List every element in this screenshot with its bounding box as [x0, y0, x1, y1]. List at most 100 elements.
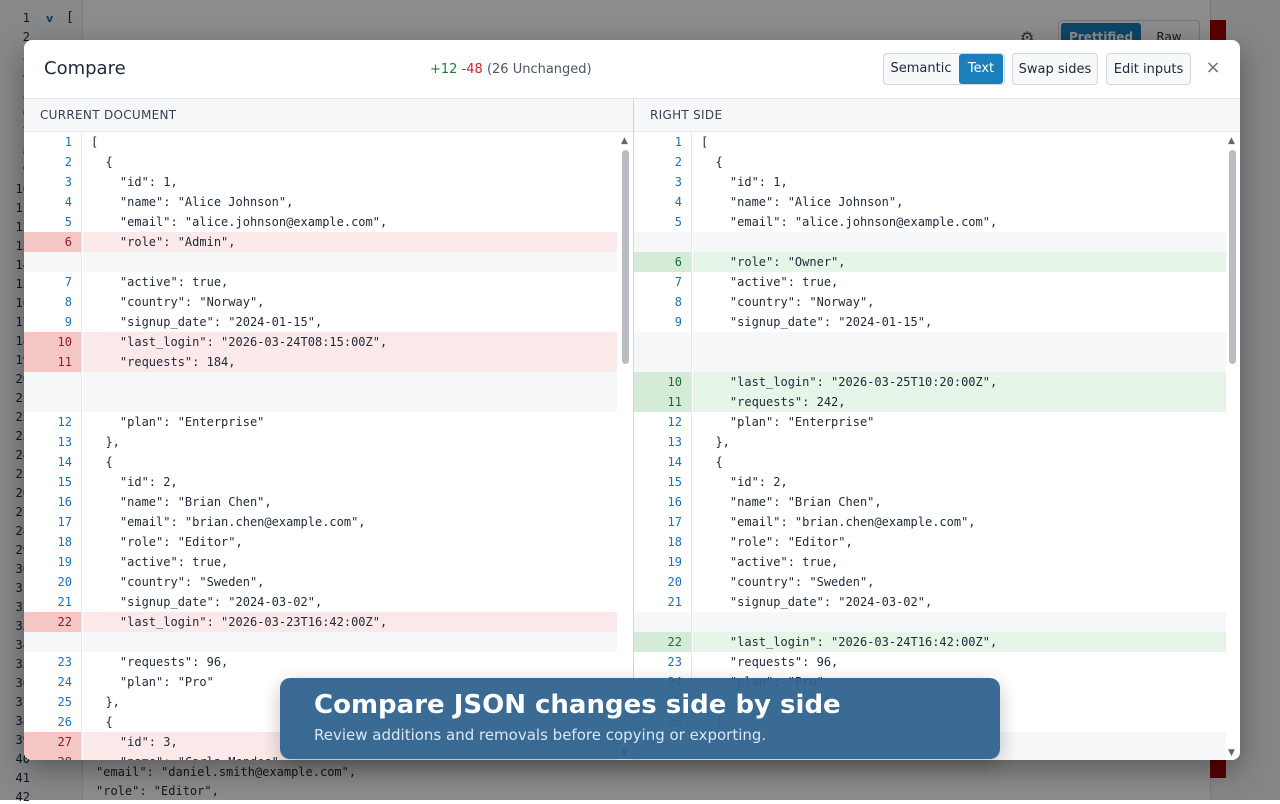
- line-text: "country": "Sweden",: [91, 575, 265, 589]
- code-line: 2 {: [634, 152, 1226, 172]
- right-diff-pane: RIGHT SIDE 1[2 {3 "id": 1, 4 "name": "Ali…: [634, 99, 1240, 760]
- line-number: 8: [634, 292, 692, 312]
- left-pane-title: CURRENT DOCUMENT: [40, 108, 177, 122]
- line-text: "signup_date": "2024-03-02",: [701, 595, 933, 609]
- line-text: [693, 612, 1226, 632]
- removed-line: 6 "role": "Admin",: [24, 232, 617, 252]
- compare-dialog: Compare +12 -48 (26 Unchanged) Semantic …: [24, 40, 1240, 760]
- line-text: "active": true,: [701, 555, 839, 569]
- line-number: [634, 332, 692, 352]
- line-text: [693, 332, 1226, 352]
- line-number: 6: [24, 232, 82, 252]
- dialog-title: Compare: [44, 58, 126, 79]
- line-text: "name": "Brian Chen",: [91, 495, 272, 509]
- line-number: 27: [24, 732, 82, 752]
- code-line: 15 "id": 2,: [634, 472, 1226, 492]
- line-number: 9: [634, 312, 692, 332]
- line-number: 1: [634, 132, 692, 152]
- code-line: 18 "role": "Editor",: [24, 532, 617, 552]
- left-scrollbar-thumb[interactable]: [622, 150, 629, 364]
- edit-inputs-button[interactable]: Edit inputs: [1106, 53, 1191, 85]
- left-code-view[interactable]: 1[2 {3 "id": 1, 4 "name": "Alice Johnson"…: [24, 132, 633, 760]
- removed-count: -48: [461, 62, 483, 77]
- line-number: 16: [634, 492, 692, 512]
- code-line: 18 "role": "Editor",: [634, 532, 1226, 552]
- line-number: 4: [24, 192, 82, 212]
- unchanged-count: (26 Unchanged): [486, 62, 592, 77]
- close-icon[interactable]: ×: [1204, 56, 1222, 80]
- code-line: 2 {: [24, 152, 617, 172]
- left-diff-pane: CURRENT DOCUMENT 1[2 {3 "id": 1, 4 "name"…: [24, 99, 634, 760]
- code-line: 23 "requests": 96,: [24, 652, 617, 672]
- line-text: "country": "Norway",: [701, 295, 875, 309]
- line-number: 28: [24, 752, 82, 760]
- line-text: "role": "Editor",: [701, 535, 853, 549]
- right-pane-title: RIGHT SIDE: [650, 108, 723, 122]
- toast-title: Compare JSON changes side by side: [314, 690, 841, 720]
- line-number: 6: [634, 252, 692, 272]
- line-text: [83, 392, 617, 412]
- line-text: "active": true,: [91, 555, 229, 569]
- added-line: 22 "last_login": "2026-03-24T16:42:00Z",: [634, 632, 1226, 652]
- line-text: "role": "Owner",: [693, 252, 1226, 272]
- code-line: 14 {: [24, 452, 617, 472]
- code-line: 17 "email": "brian.chen@example.com",: [634, 512, 1226, 532]
- line-text: "requests": 242,: [693, 392, 1226, 412]
- line-text: "country": "Sweden",: [701, 575, 875, 589]
- right-scrollbar-thumb[interactable]: [1229, 150, 1236, 364]
- line-text: },: [91, 435, 120, 449]
- code-line: 13 },: [24, 432, 617, 452]
- added-count: +12: [430, 62, 458, 77]
- line-text: "email": "alice.johnson@example.com",: [701, 215, 998, 229]
- line-text: [83, 372, 617, 392]
- text-mode-button[interactable]: Text: [959, 54, 1003, 84]
- line-text: [83, 252, 617, 272]
- line-number: 14: [24, 452, 82, 472]
- code-line: 4 "name": "Alice Johnson",: [634, 192, 1226, 212]
- line-text: "signup_date": "2024-01-15",: [91, 315, 323, 329]
- line-number: 7: [24, 272, 82, 292]
- line-text: [83, 632, 617, 652]
- line-number: [24, 372, 82, 392]
- line-number: [24, 252, 82, 272]
- placeholder-line: [24, 252, 617, 272]
- swap-sides-button[interactable]: Swap sides: [1012, 53, 1098, 85]
- code-line: 21 "signup_date": "2024-03-02",: [634, 592, 1226, 612]
- feature-toast: Compare JSON changes side by side Review…: [280, 678, 1000, 759]
- line-text: "id": 2,: [701, 475, 788, 489]
- line-number: 13: [634, 432, 692, 452]
- line-number: 25: [24, 692, 82, 712]
- code-line: 20 "country": "Sweden",: [634, 572, 1226, 592]
- semantic-mode-button[interactable]: Semantic: [884, 54, 958, 84]
- scroll-down-arrow-icon[interactable]: ▼: [1228, 748, 1235, 758]
- line-number: 20: [24, 572, 82, 592]
- line-number: 21: [634, 592, 692, 612]
- line-number: 16: [24, 492, 82, 512]
- code-line: 16 "name": "Brian Chen",: [24, 492, 617, 512]
- code-line: 5 "email": "alice.johnson@example.com",: [634, 212, 1226, 232]
- line-number: 26: [24, 712, 82, 732]
- right-scrollbar[interactable]: ▲ ▼: [1226, 132, 1238, 760]
- dialog-header: Compare +12 -48 (26 Unchanged) Semantic …: [24, 40, 1240, 99]
- line-number: 24: [24, 672, 82, 692]
- removed-line: 10 "last_login": "2026-03-24T08:15:00Z",: [24, 332, 617, 352]
- left-scrollbar[interactable]: ▲ ▼: [619, 132, 631, 760]
- added-line: 11 "requests": 242,: [634, 392, 1226, 412]
- placeholder-line: [24, 632, 617, 652]
- code-line: 15 "id": 2,: [24, 472, 617, 492]
- line-text: {: [701, 155, 723, 169]
- scroll-up-arrow-icon[interactable]: ▲: [621, 136, 628, 146]
- scroll-up-arrow-icon[interactable]: ▲: [1228, 136, 1235, 146]
- line-text: "active": true,: [91, 275, 229, 289]
- diff-summary: +12 -48 (26 Unchanged): [430, 62, 592, 77]
- line-number: 12: [634, 412, 692, 432]
- line-number: 10: [24, 332, 82, 352]
- line-number: 14: [634, 452, 692, 472]
- right-code-view[interactable]: 1[2 {3 "id": 1, 4 "name": "Alice Johnson"…: [634, 132, 1240, 760]
- line-text: "id": 2,: [91, 475, 178, 489]
- line-number: 2: [634, 152, 692, 172]
- placeholder-line: [634, 332, 1226, 352]
- line-number: 18: [634, 532, 692, 552]
- line-number: 1: [24, 132, 82, 152]
- line-number: 4: [634, 192, 692, 212]
